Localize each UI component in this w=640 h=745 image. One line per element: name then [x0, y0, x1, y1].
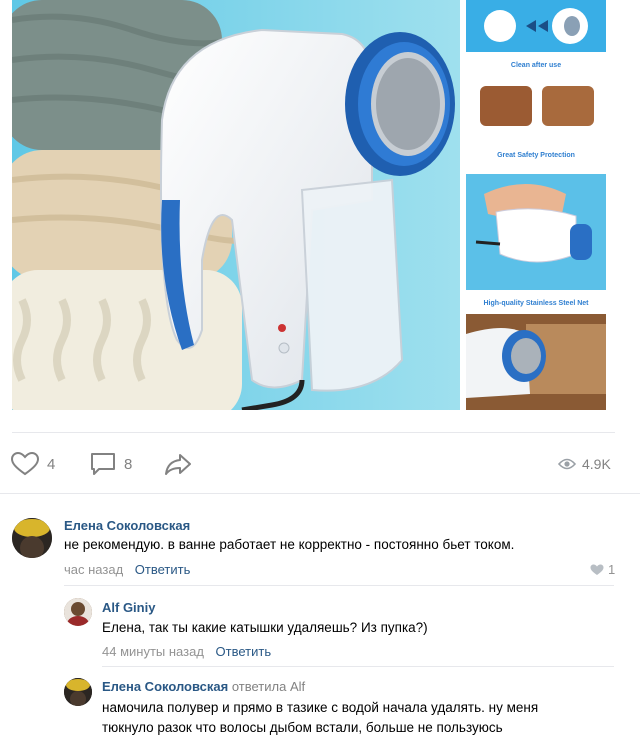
comment-reply-item: Alf Giniy Елена, так ты какие катышки уд…: [0, 590, 640, 668]
post-action-bar: 4 8 4.9K: [0, 446, 640, 482]
comment-time[interactable]: час назад: [64, 562, 123, 577]
lint-remover-photo-illustration: [12, 0, 460, 410]
thumbnail-illustration: [466, 0, 606, 140]
views-counter: 4.9K: [558, 446, 611, 482]
wall-post: Clean after use Great Safety Protection: [0, 0, 640, 745]
thumbnail-clean-after-use[interactable]: Clean after use: [466, 0, 606, 140]
main-product-photo[interactable]: [12, 0, 460, 410]
photo-gallery: Clean after use Great Safety Protection: [12, 0, 606, 412]
thumbnail-steel-net[interactable]: High-quality Stainless Steel Net: [466, 294, 606, 410]
comment-reply-item: Елена Соколовская ответила Alf намочила …: [0, 670, 640, 745]
thumb-caption: Great Safety Protection: [497, 152, 575, 159]
avatar[interactable]: [64, 598, 92, 626]
comment-meta: 44 минуты назад Ответить: [102, 644, 271, 659]
author-name[interactable]: Елена Соколовская: [102, 679, 228, 694]
comment-bubble-icon: [91, 453, 115, 475]
thumbnail-illustration: [466, 294, 606, 410]
like-count: 4: [47, 455, 56, 473]
avatar[interactable]: [64, 678, 92, 706]
avatar-image: [12, 518, 52, 558]
comment-text: не рекомендую. в ванне работает не корре…: [64, 537, 515, 552]
comment-button[interactable]: 8: [90, 446, 132, 482]
thumbnail-safety-protection[interactable]: Great Safety Protection: [466, 144, 606, 290]
comment-like-button[interactable]: 1: [590, 562, 615, 577]
comment-text: Елена, так ты какие катышки удаляешь? Из…: [102, 620, 428, 635]
avatar-image: [64, 678, 92, 706]
comment-author[interactable]: Елена Соколовская: [64, 518, 190, 533]
divider: [12, 432, 615, 433]
heart-icon: [11, 452, 39, 476]
replied-to-label[interactable]: ответила Alf: [232, 679, 305, 694]
thumb-caption: High-quality Stainless Steel Net: [483, 300, 589, 307]
comment-author[interactable]: Alf Giniy: [102, 600, 155, 615]
thumbnail-illustration: [466, 144, 606, 290]
comment-author[interactable]: Елена Соколовская ответила Alf: [102, 679, 305, 694]
reply-button[interactable]: Ответить: [216, 644, 272, 659]
share-arrow-icon: [165, 454, 191, 475]
heart-icon: [590, 564, 604, 575]
comment-time[interactable]: 44 минуты назад: [102, 644, 204, 659]
reply-button[interactable]: Ответить: [135, 562, 191, 577]
comment-text-line: намочила полувер и прямо в тазике с водо…: [102, 700, 539, 715]
divider: [0, 493, 640, 494]
comment-count: 8: [124, 455, 133, 473]
comment-like-count: 1: [608, 562, 616, 577]
divider: [102, 666, 614, 667]
comment-item: Елена Соколовская не рекомендую. в ванне…: [0, 500, 640, 588]
avatar-image: [64, 598, 92, 626]
like-button[interactable]: 4: [11, 446, 55, 482]
comment-meta: час назад Ответить: [64, 562, 190, 577]
comment-text-line: тюкнуло разок что волосы дыбом встали, б…: [102, 720, 503, 735]
views-count: 4.9K: [582, 456, 611, 472]
eye-icon: [558, 458, 576, 470]
thumb-caption: Clean after use: [510, 62, 562, 69]
avatar[interactable]: [12, 518, 52, 558]
divider: [64, 585, 614, 586]
share-button[interactable]: [164, 446, 192, 482]
